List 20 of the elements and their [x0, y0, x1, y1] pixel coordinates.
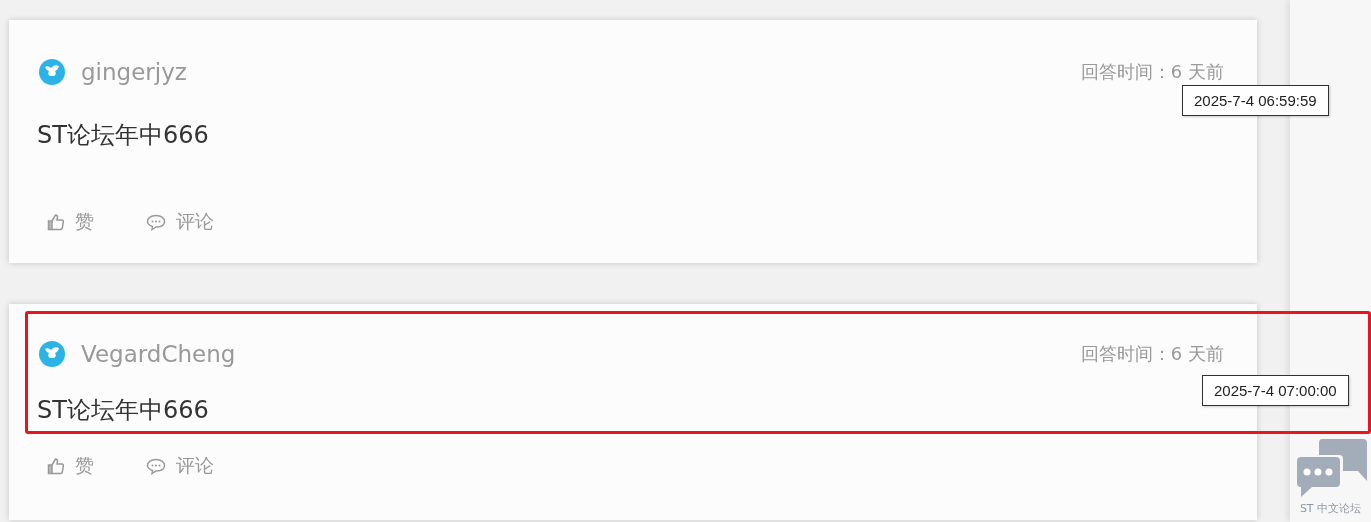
- answer-time: 回答时间：6 天前: [1080, 60, 1224, 84]
- like-button[interactable]: 赞: [47, 453, 94, 479]
- comment-button[interactable]: 评论: [146, 209, 214, 235]
- comment-icon: [146, 213, 166, 231]
- like-button[interactable]: 赞: [47, 209, 94, 235]
- comment-icon: [146, 457, 166, 475]
- username[interactable]: gingerjyz: [81, 59, 1065, 85]
- answer-time: 回答时间：6 天前: [1080, 342, 1224, 366]
- username[interactable]: VegardCheng: [81, 341, 1065, 367]
- widget-label[interactable]: ST 中文论坛: [1299, 501, 1362, 516]
- answer-text: ST论坛年中666: [37, 395, 210, 426]
- thumbs-up-icon: [47, 457, 65, 475]
- thumbs-up-icon: [47, 213, 65, 231]
- timestamp-tooltip: 2025-7-4 06:59:59: [1182, 85, 1329, 116]
- avatar-icon: [39, 59, 65, 85]
- chat-bubbles-icon[interactable]: [1294, 437, 1367, 499]
- comment-button[interactable]: 评论: [146, 453, 214, 479]
- answer-text: ST论坛年中666: [37, 120, 210, 151]
- avatar-icon: [39, 341, 65, 367]
- timestamp-tooltip: 2025-7-4 07:00:00: [1202, 375, 1349, 406]
